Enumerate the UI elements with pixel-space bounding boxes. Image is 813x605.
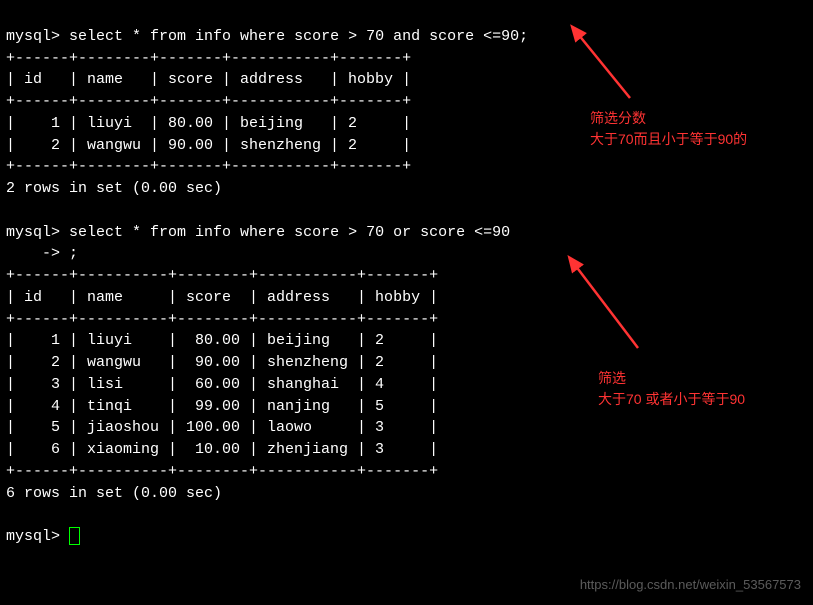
watermark-text: https://blog.csdn.net/weixin_53567573 <box>580 576 801 595</box>
annotation-2: 筛选 大于70 或者小于等于90 <box>598 368 745 410</box>
table-row: | 5 | jiaoshou | 100.00 | laowo | 3 | <box>6 419 438 436</box>
table-header: | id | name | score | address | hobby | <box>6 289 438 306</box>
table-border: +------+--------+-------+-----------+---… <box>6 93 411 110</box>
table-border: +------+--------+-------+-----------+---… <box>6 158 411 175</box>
mysql-prompt[interactable]: mysql> select * from info where score > … <box>6 224 510 241</box>
table-row: | 2 | wangwu | 90.00 | shenzheng | 2 | <box>6 354 438 371</box>
mysql-prompt[interactable]: mysql> select * from info where score > … <box>6 28 528 45</box>
table-row: | 6 | xiaoming | 10.00 | zhenjiang | 3 | <box>6 441 438 458</box>
table-border: +------+----------+--------+-----------+… <box>6 463 438 480</box>
table-row: | 2 | wangwu | 90.00 | shenzheng | 2 | <box>6 137 411 154</box>
table-row: | 4 | tinqi | 99.00 | nanjing | 5 | <box>6 398 438 415</box>
status-text: 2 rows in set (0.00 sec) <box>6 180 222 197</box>
cursor[interactable] <box>69 527 80 545</box>
table-header: | id | name | score | address | hobby | <box>6 71 411 88</box>
terminal-output: mysql> select * from info where score > … <box>0 0 813 552</box>
mysql-prompt[interactable]: mysql> <box>6 528 80 545</box>
table-row: | 3 | lisi | 60.00 | shanghai | 4 | <box>6 376 438 393</box>
table-row: | 1 | liuyi | 80.00 | beijing | 2 | <box>6 332 438 349</box>
annotation-1: 筛选分数 大于70而且小于等于90的 <box>590 108 747 150</box>
table-border: +------+----------+--------+-----------+… <box>6 267 438 284</box>
table-row: | 1 | liuyi | 80.00 | beijing | 2 | <box>6 115 411 132</box>
table-border: +------+----------+--------+-----------+… <box>6 311 438 328</box>
status-text: 6 rows in set (0.00 sec) <box>6 485 222 502</box>
table-border: +------+--------+-------+-----------+---… <box>6 50 411 67</box>
continuation-prompt[interactable]: -> ; <box>6 245 78 262</box>
